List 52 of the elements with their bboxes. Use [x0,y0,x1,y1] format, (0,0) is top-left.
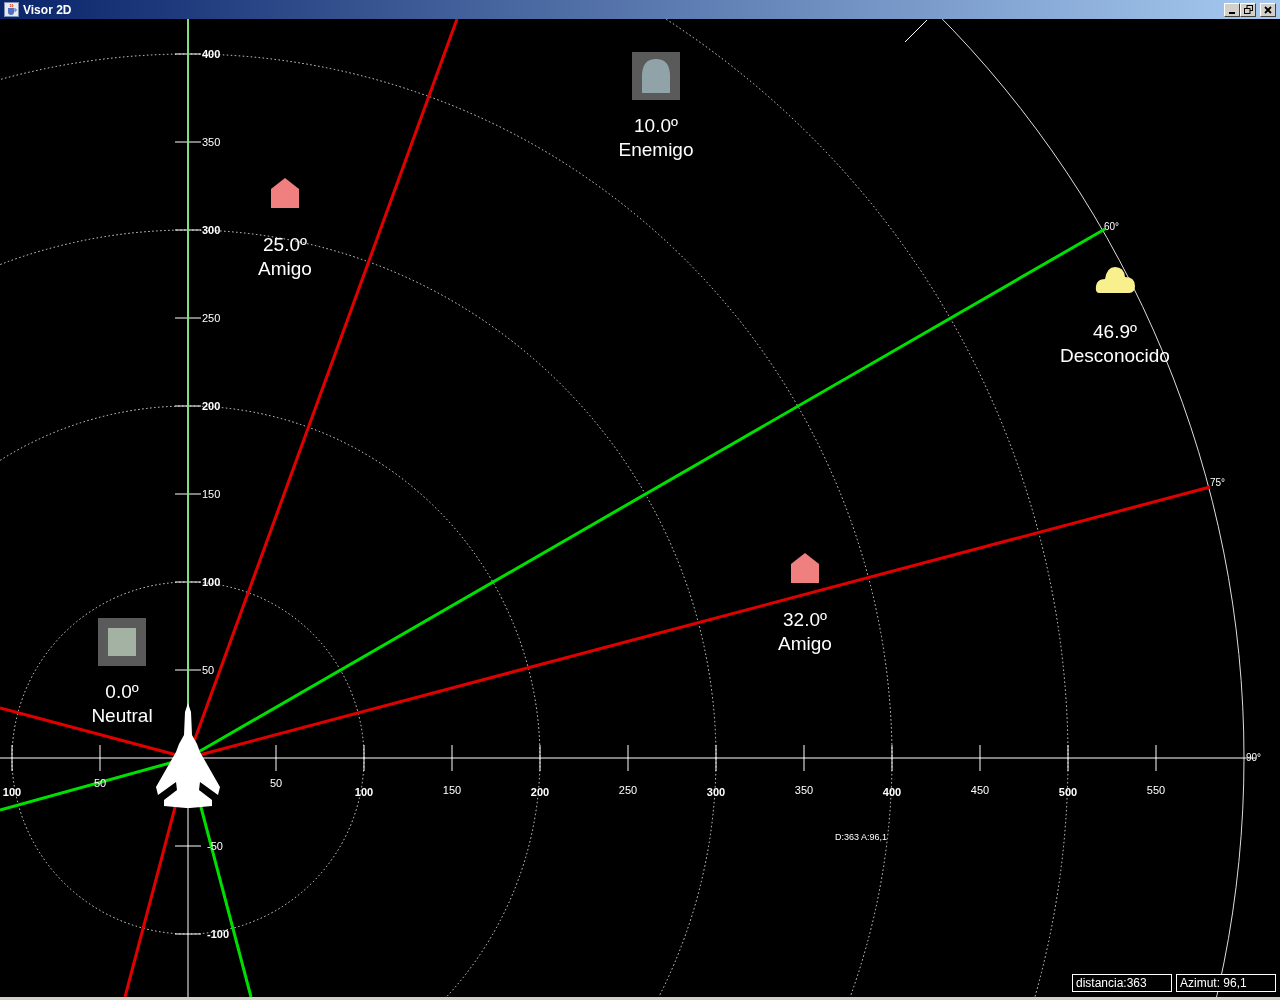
axis-label: 200 [530,786,550,798]
minimize-button[interactable] [1224,2,1240,17]
axis-label: 100 [202,576,221,588]
close-icon [1264,5,1272,14]
axis-label: 300 [202,224,221,236]
bearing-label: 90° [1246,752,1262,763]
axis-label: 50 [93,777,107,789]
bearing-tick [904,19,928,43]
target-label: Enemigo [618,139,694,160]
target-label: Neutral [91,705,153,726]
axis-label: 450 [970,784,990,796]
close-button[interactable] [1260,2,1276,17]
restore-button[interactable] [1240,2,1256,17]
axis-label: 250 [202,312,221,324]
distance-readout: distancia:363 [1072,974,1172,992]
axis-label: 150 [202,488,221,500]
app-icon [4,2,19,17]
cloud-target-icon [1095,267,1135,293]
dome-target-icon [632,52,680,100]
house-target-icon [791,553,819,583]
window-title: Visor 2D [23,1,72,19]
cursor-readout: D:363 A:96,1 [835,832,888,842]
axis-label: 500 [1058,786,1078,798]
square-target-icon [98,618,146,666]
axis-label: 50 [269,777,283,789]
axis-label: 550 [1146,784,1166,796]
target-bearing: 46.9º [1093,321,1137,342]
bearing-label: 60° [1104,221,1120,232]
axis-label: 350 [794,784,814,796]
axis-label: 300 [706,786,726,798]
axis-label: 350 [202,136,221,148]
target-bearing: 25.0º [263,234,307,255]
axis-label: 100 [354,786,374,798]
axis-label: 400 [202,48,221,60]
axis-label: -100 [207,928,230,940]
target-label: Amigo [258,258,312,279]
target-bearing: 0.0º [105,681,139,702]
axis-label: 100 [2,786,22,798]
axis-label: 150 [442,784,462,796]
axis-label: 250 [618,784,638,796]
azimuth-readout: Azimut: 96,1 [1176,974,1276,992]
target-label: Amigo [778,633,832,654]
target-bearing: 32.0º [783,609,827,630]
target-label: Desconocido [1060,345,1170,366]
restore-icon [1243,5,1253,14]
target-bearing: 10.0º [634,115,678,136]
axis-label: 400 [882,786,902,798]
axis-label: 50 [202,664,215,676]
house-target-icon [271,178,299,208]
axis-label: 200 [202,400,221,412]
bearing-label: 75° [1210,477,1226,488]
minimize-icon [1229,11,1235,14]
